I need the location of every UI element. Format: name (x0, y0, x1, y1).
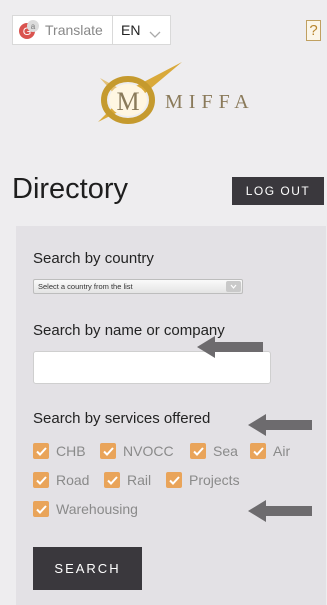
checkmark-icon (250, 443, 266, 459)
service-label: Rail (127, 472, 152, 488)
language-value: EN (121, 22, 141, 38)
service-checkbox-road[interactable]: Road (33, 472, 89, 488)
checkmark-icon (166, 472, 182, 488)
logout-button[interactable]: LOG OUT (232, 177, 324, 205)
translate-label: Translate (45, 22, 103, 38)
svg-text:a: a (31, 22, 36, 31)
service-checkbox-warehousing[interactable]: Warehousing (33, 501, 138, 517)
service-checkbox-sea[interactable]: Sea (190, 443, 238, 459)
logo-initial: M (116, 87, 139, 116)
service-checkbox-chb[interactable]: CHB (33, 443, 86, 459)
service-label: Sea (213, 443, 238, 459)
annotation-arrow-icon (197, 336, 263, 358)
checkmark-icon (100, 443, 116, 459)
search-button[interactable]: SEARCH (33, 547, 142, 590)
country-select-value: Select a country from the list (38, 282, 133, 291)
translate-widget[interactable]: G a Translate (12, 15, 112, 45)
page-title: Directory (12, 173, 129, 205)
logo-wordmark: MIFFA (165, 91, 255, 113)
checkmark-icon (33, 472, 49, 488)
checkmark-icon (33, 501, 49, 517)
service-label: Warehousing (56, 501, 138, 517)
service-checkbox-air[interactable]: Air (250, 443, 290, 459)
service-label: Air (273, 443, 291, 459)
country-label: Search by country (33, 250, 154, 267)
service-label: CHB (56, 443, 86, 459)
checkmark-icon (190, 443, 206, 459)
service-label: Road (56, 472, 90, 488)
chevron-down-icon (149, 26, 161, 38)
help-icon[interactable]: ? (306, 20, 321, 41)
chevron-down-icon (226, 281, 241, 292)
top-bar: G a Translate EN ? (0, 0, 327, 56)
services-label: Search by services offered (33, 410, 211, 427)
annotation-arrow-icon (248, 500, 312, 522)
checkmark-icon (33, 443, 49, 459)
service-checkbox-rail[interactable]: Rail (104, 472, 151, 488)
service-checkbox-projects[interactable]: Projects (166, 472, 240, 488)
service-checkbox-nvocc[interactable]: NVOCC (100, 443, 174, 459)
name-company-label: Search by name or company (33, 322, 225, 339)
service-label: NVOCC (123, 443, 174, 459)
language-select[interactable]: EN (112, 15, 171, 45)
google-translate-icon: G a (18, 19, 40, 41)
service-label: Projects (189, 472, 240, 488)
country-select[interactable]: Select a country from the list (33, 279, 243, 294)
checkmark-icon (104, 472, 120, 488)
annotation-arrow-icon (248, 414, 312, 436)
